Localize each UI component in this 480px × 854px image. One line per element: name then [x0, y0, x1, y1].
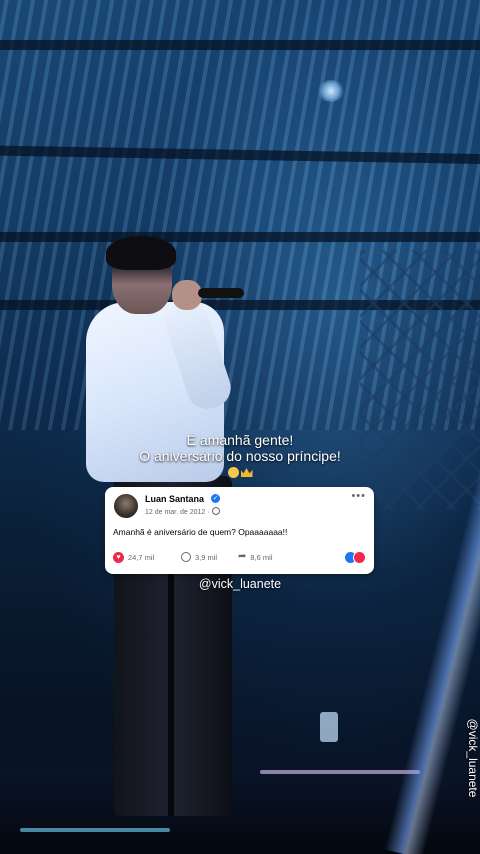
- verified-badge-icon: ✓: [211, 494, 220, 503]
- video-caption: É amanhã gente! O aniversário do nosso p…: [0, 432, 480, 480]
- globe-icon: [211, 507, 220, 515]
- avatar[interactable]: [114, 494, 138, 518]
- pleading-face-icon: [227, 467, 239, 478]
- stage-light: [320, 712, 338, 742]
- credit-handle: @vick_luanete: [198, 577, 282, 591]
- comment-bubble-icon: [181, 552, 191, 562]
- concert-photo-background: [0, 0, 480, 854]
- post-stats: ♥ 24,7 mil 3,9 mil ➦ 8,6 mil: [113, 550, 366, 564]
- reactions-summary[interactable]: [344, 551, 366, 564]
- post-date-text: 12 de mar. de 2012 ·: [145, 509, 210, 516]
- crown-icon: [240, 468, 253, 477]
- like-count: 24,7 mil: [128, 552, 155, 562]
- caption-line-2: O aniversário do nosso príncipe!: [139, 448, 341, 464]
- like-count-button[interactable]: ♥ 24,7 mil: [113, 550, 154, 564]
- microphone: [198, 288, 244, 298]
- comment-count: 3,9 mil: [195, 552, 218, 562]
- post-text: Amanhã é aniversário de quem? Opaaaaaaa!…: [113, 527, 288, 537]
- post-date: 12 de mar. de 2012 ·: [145, 507, 220, 516]
- singer-hair: [106, 236, 176, 270]
- roof-beam: [0, 40, 480, 50]
- share-arrow-icon: ➦: [238, 551, 247, 562]
- more-options-button[interactable]: •••: [351, 490, 366, 502]
- caption-line-1: É amanhã gente!: [186, 432, 294, 448]
- share-count: 8,6 mil: [250, 552, 273, 562]
- share-count-button[interactable]: ➦ 8,6 mil: [238, 550, 272, 564]
- love-reaction-icon: [353, 551, 366, 564]
- heart-icon: ♥: [113, 551, 124, 563]
- comment-count-button[interactable]: 3,9 mil: [181, 550, 217, 564]
- vertical-watermark: @vick_luanete: [466, 718, 480, 798]
- facebook-post-card[interactable]: Luan Santana ✓ 12 de mar. de 2012 · ••• …: [105, 487, 374, 574]
- post-author-name[interactable]: Luan Santana: [145, 494, 204, 504]
- caption-emojis: [0, 464, 480, 480]
- stage-lamp: [318, 80, 344, 102]
- stage-light: [260, 770, 420, 774]
